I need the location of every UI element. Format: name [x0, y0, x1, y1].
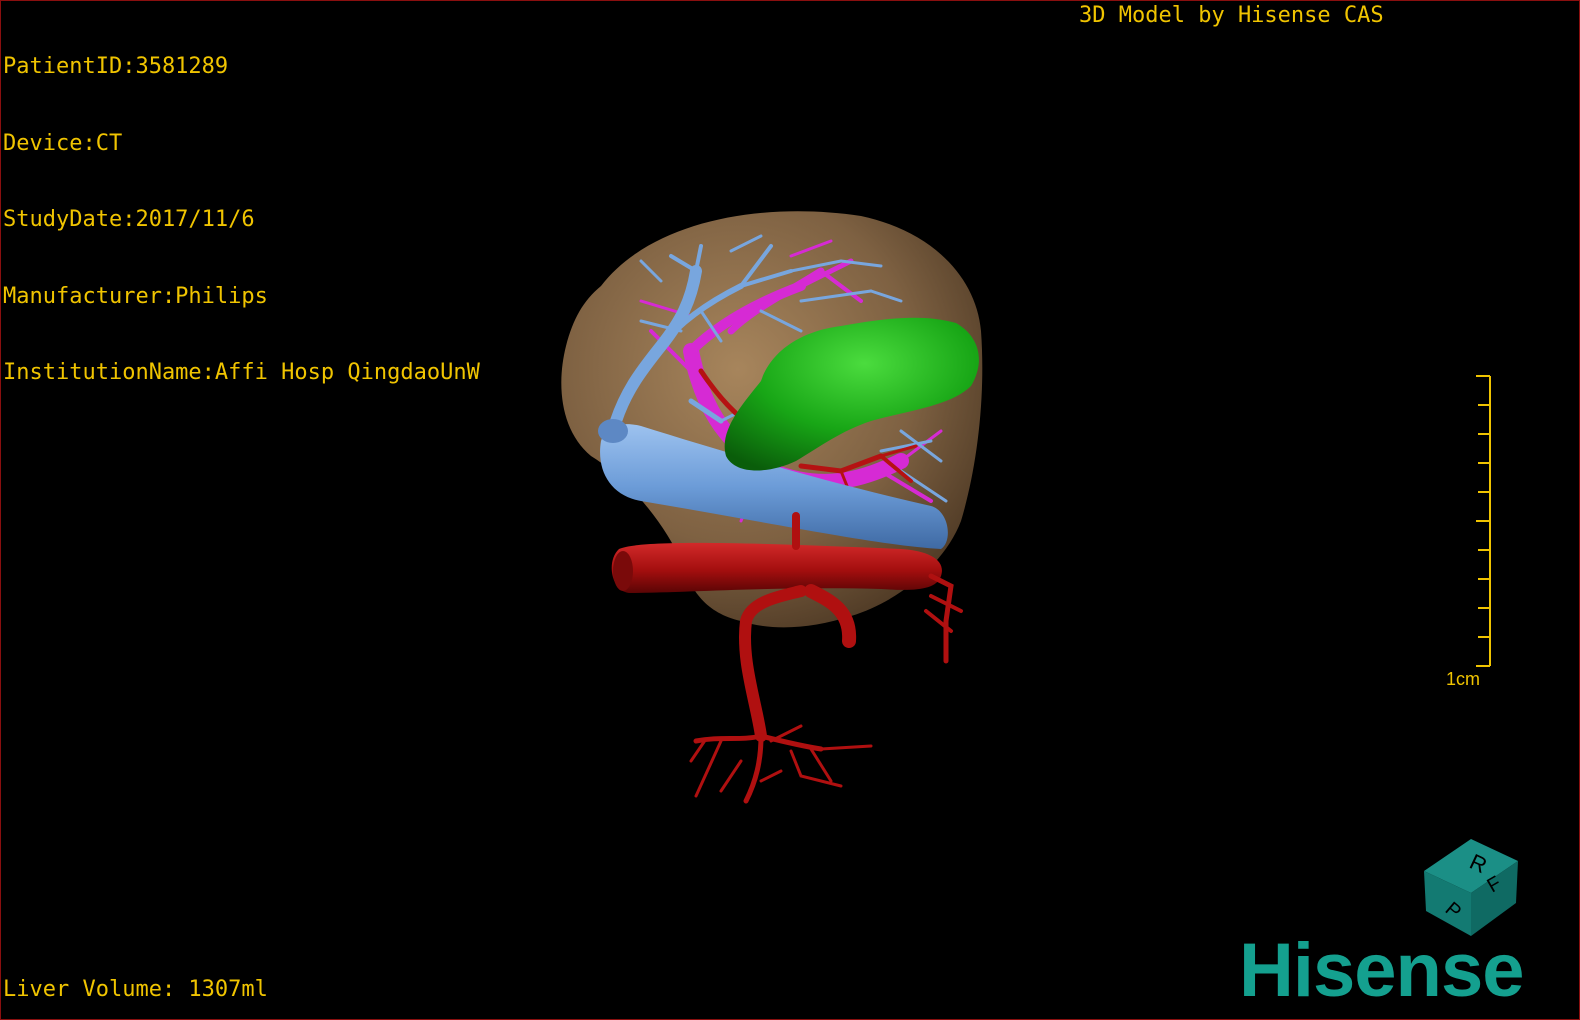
- institution-name: InstitutionName:Affi Hosp QingdaoUnW: [3, 360, 480, 385]
- study-info-overlay: PatientID:3581289 Device:CT StudyDate:20…: [3, 3, 480, 437]
- liver-volume: Liver Volume: 1307ml: [3, 977, 268, 1002]
- scale-bar-label: 1cm: [1446, 669, 1481, 689]
- manufacturer: Manufacturer:Philips: [3, 283, 268, 309]
- model-credit: 3D Model by Hisense CAS: [1079, 3, 1384, 28]
- device: Device:CT: [3, 130, 123, 156]
- hisense-logo: Hisense: [1239, 928, 1524, 1013]
- study-date: StudyDate:2017/11/6: [3, 207, 255, 232]
- patient-id: PatientID:3581289: [3, 54, 229, 79]
- orientation-cube[interactable]: R F P: [1416, 831, 1526, 941]
- scale-bar: [1476, 375, 1491, 667]
- 3d-viewport[interactable]: PatientID:3581289 Device:CT StudyDate:20…: [0, 0, 1580, 1020]
- aorta: [611, 542, 942, 593]
